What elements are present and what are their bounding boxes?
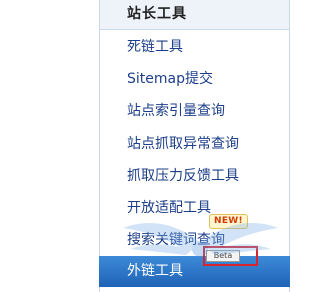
- panel-header: 站长工具: [100, 0, 289, 30]
- menu-item-crawl-pressure-feedback[interactable]: 抓取压力反馈工具: [100, 160, 289, 192]
- menu-item-label: 站点索引量查询: [127, 103, 225, 119]
- menu-item-search-keyword-query[interactable]: 搜索关键词查询: [100, 224, 289, 256]
- menu-item-open-adaptation-tool[interactable]: 开放适配工具: [100, 192, 289, 224]
- webmaster-tools-panel: 站长工具 死链工具 Sitemap提交 站点索引量查询 站点抓取异常查询 抓取压…: [99, 0, 290, 292]
- new-badge: NEW!: [209, 214, 248, 229]
- beta-badge: Beta: [206, 250, 240, 262]
- menu-item-label: 死链工具: [127, 39, 183, 55]
- menu-item-crawl-error-query[interactable]: 站点抓取异常查询: [100, 128, 289, 160]
- menu-item-external-link-tool[interactable]: 外链工具: [99, 256, 290, 287]
- menu-item-label: Sitemap提交: [127, 71, 213, 87]
- menu-item-index-count-query[interactable]: 站点索引量查询: [100, 95, 289, 127]
- panel-title: 站长工具: [127, 6, 187, 22]
- menu-item-dead-link-tool[interactable]: 死链工具: [100, 31, 289, 63]
- menu-item-sitemap-submit[interactable]: Sitemap提交: [100, 63, 289, 95]
- menu-item-label: 外链工具: [127, 263, 183, 279]
- menu-item-label: 抓取压力反馈工具: [127, 168, 239, 184]
- menu-item-label: 站点抓取异常查询: [127, 136, 239, 152]
- screenshot-stage: 站长工具 死链工具 Sitemap提交 站点索引量查询 站点抓取异常查询 抓取压…: [0, 0, 303, 292]
- menu-item-label: 开放适配工具: [127, 200, 211, 216]
